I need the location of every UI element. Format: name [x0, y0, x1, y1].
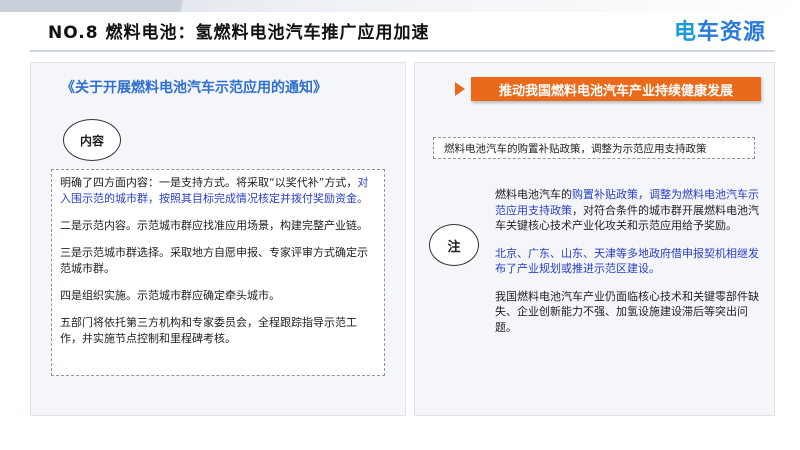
banner-arrow-icon [455, 82, 465, 96]
content-paragraph-3: 三是示范城市群选择。采取地方自愿申报、专家评审方式确定示范城市群。 [60, 246, 368, 275]
note-text: 燃料电池汽车的购置补贴政策，调整为燃料电池汽车示范应用支持政策，对符合条件的城市… [495, 187, 761, 335]
notice-title: 《关于开展燃料电池汽车示范应用的通知》 [61, 80, 327, 96]
banner-text: 推动我国燃料电池汽车产业持续健康发展 [498, 83, 733, 99]
left-panel: 《关于开展燃料电池汽车示范应用的通知》 内容 明确了四方面内容：一是支持方式。将… [30, 62, 406, 416]
orange-banner: 推动我国燃料电池汽车产业持续健康发展 [471, 77, 761, 101]
note-paragraph-2: 北京、广东、山东、天津等多地政府借申报契机相继发布了产业规划或推进示范区建设。 [495, 246, 759, 276]
content-paragraph-2: 二是示范内容。示范城市群应找准应用场景，构建完整产业链。 [60, 219, 368, 232]
content-box: 明确了四方面内容：一是支持方式。将采取“以奖代补”方式，对入围示范的城市群，按照… [51, 169, 385, 376]
logo-text: 车资源 [696, 20, 766, 45]
note-paragraph-3: 我国燃料电池汽车产业仍面临核心技术和关键零部件缺失、企业创新能力不强、加氢设施建… [495, 289, 759, 334]
page-title: NO.8 燃料电池：氢燃料电池汽车推广应用加速 [48, 23, 430, 43]
logo-mark: 电 [673, 20, 697, 45]
title-divider [30, 50, 775, 52]
note-label-bubble: 注 [429, 224, 479, 266]
subsidy-summary: 燃料电池汽车的购置补贴政策，调整为示范应用支持政策 [444, 142, 707, 155]
note-paragraph-1: 燃料电池汽车的购置补贴政策，调整为燃料电池汽车示范应用支持政策，对符合条件的城市… [495, 187, 761, 234]
content-paragraph-4: 四是组织实施。示范城市群应确定牵头城市。 [60, 289, 280, 302]
content-label-bubble: 内容 [63, 119, 121, 161]
brand-logo: 电车资源 [674, 14, 766, 46]
note-label: 注 [447, 239, 461, 255]
content-p1-plain: 明确了四方面内容：一是支持方式。将采取“以奖代补”方式， [60, 176, 358, 189]
top-decor-band [0, 0, 800, 12]
content-paragraph-1: 明确了四方面内容：一是支持方式。将采取“以奖代补”方式，对入围示范的城市群，按照… [60, 175, 376, 207]
note-p1-a: 燃料电池汽车的 [495, 188, 572, 201]
content-label: 内容 [79, 133, 104, 148]
right-panel: 推动我国燃料电池汽车产业持续健康发展 燃料电池汽车的购置补贴政策，调整为示范应用… [414, 62, 775, 416]
content-paragraph-5: 五部门将依托第三方机构和专家委员会，全程跟踪指导示范工作，并实施节点控制和里程碑… [60, 316, 357, 345]
subsidy-summary-box: 燃料电池汽车的购置补贴政策，调整为示范应用支持政策 [433, 137, 755, 159]
